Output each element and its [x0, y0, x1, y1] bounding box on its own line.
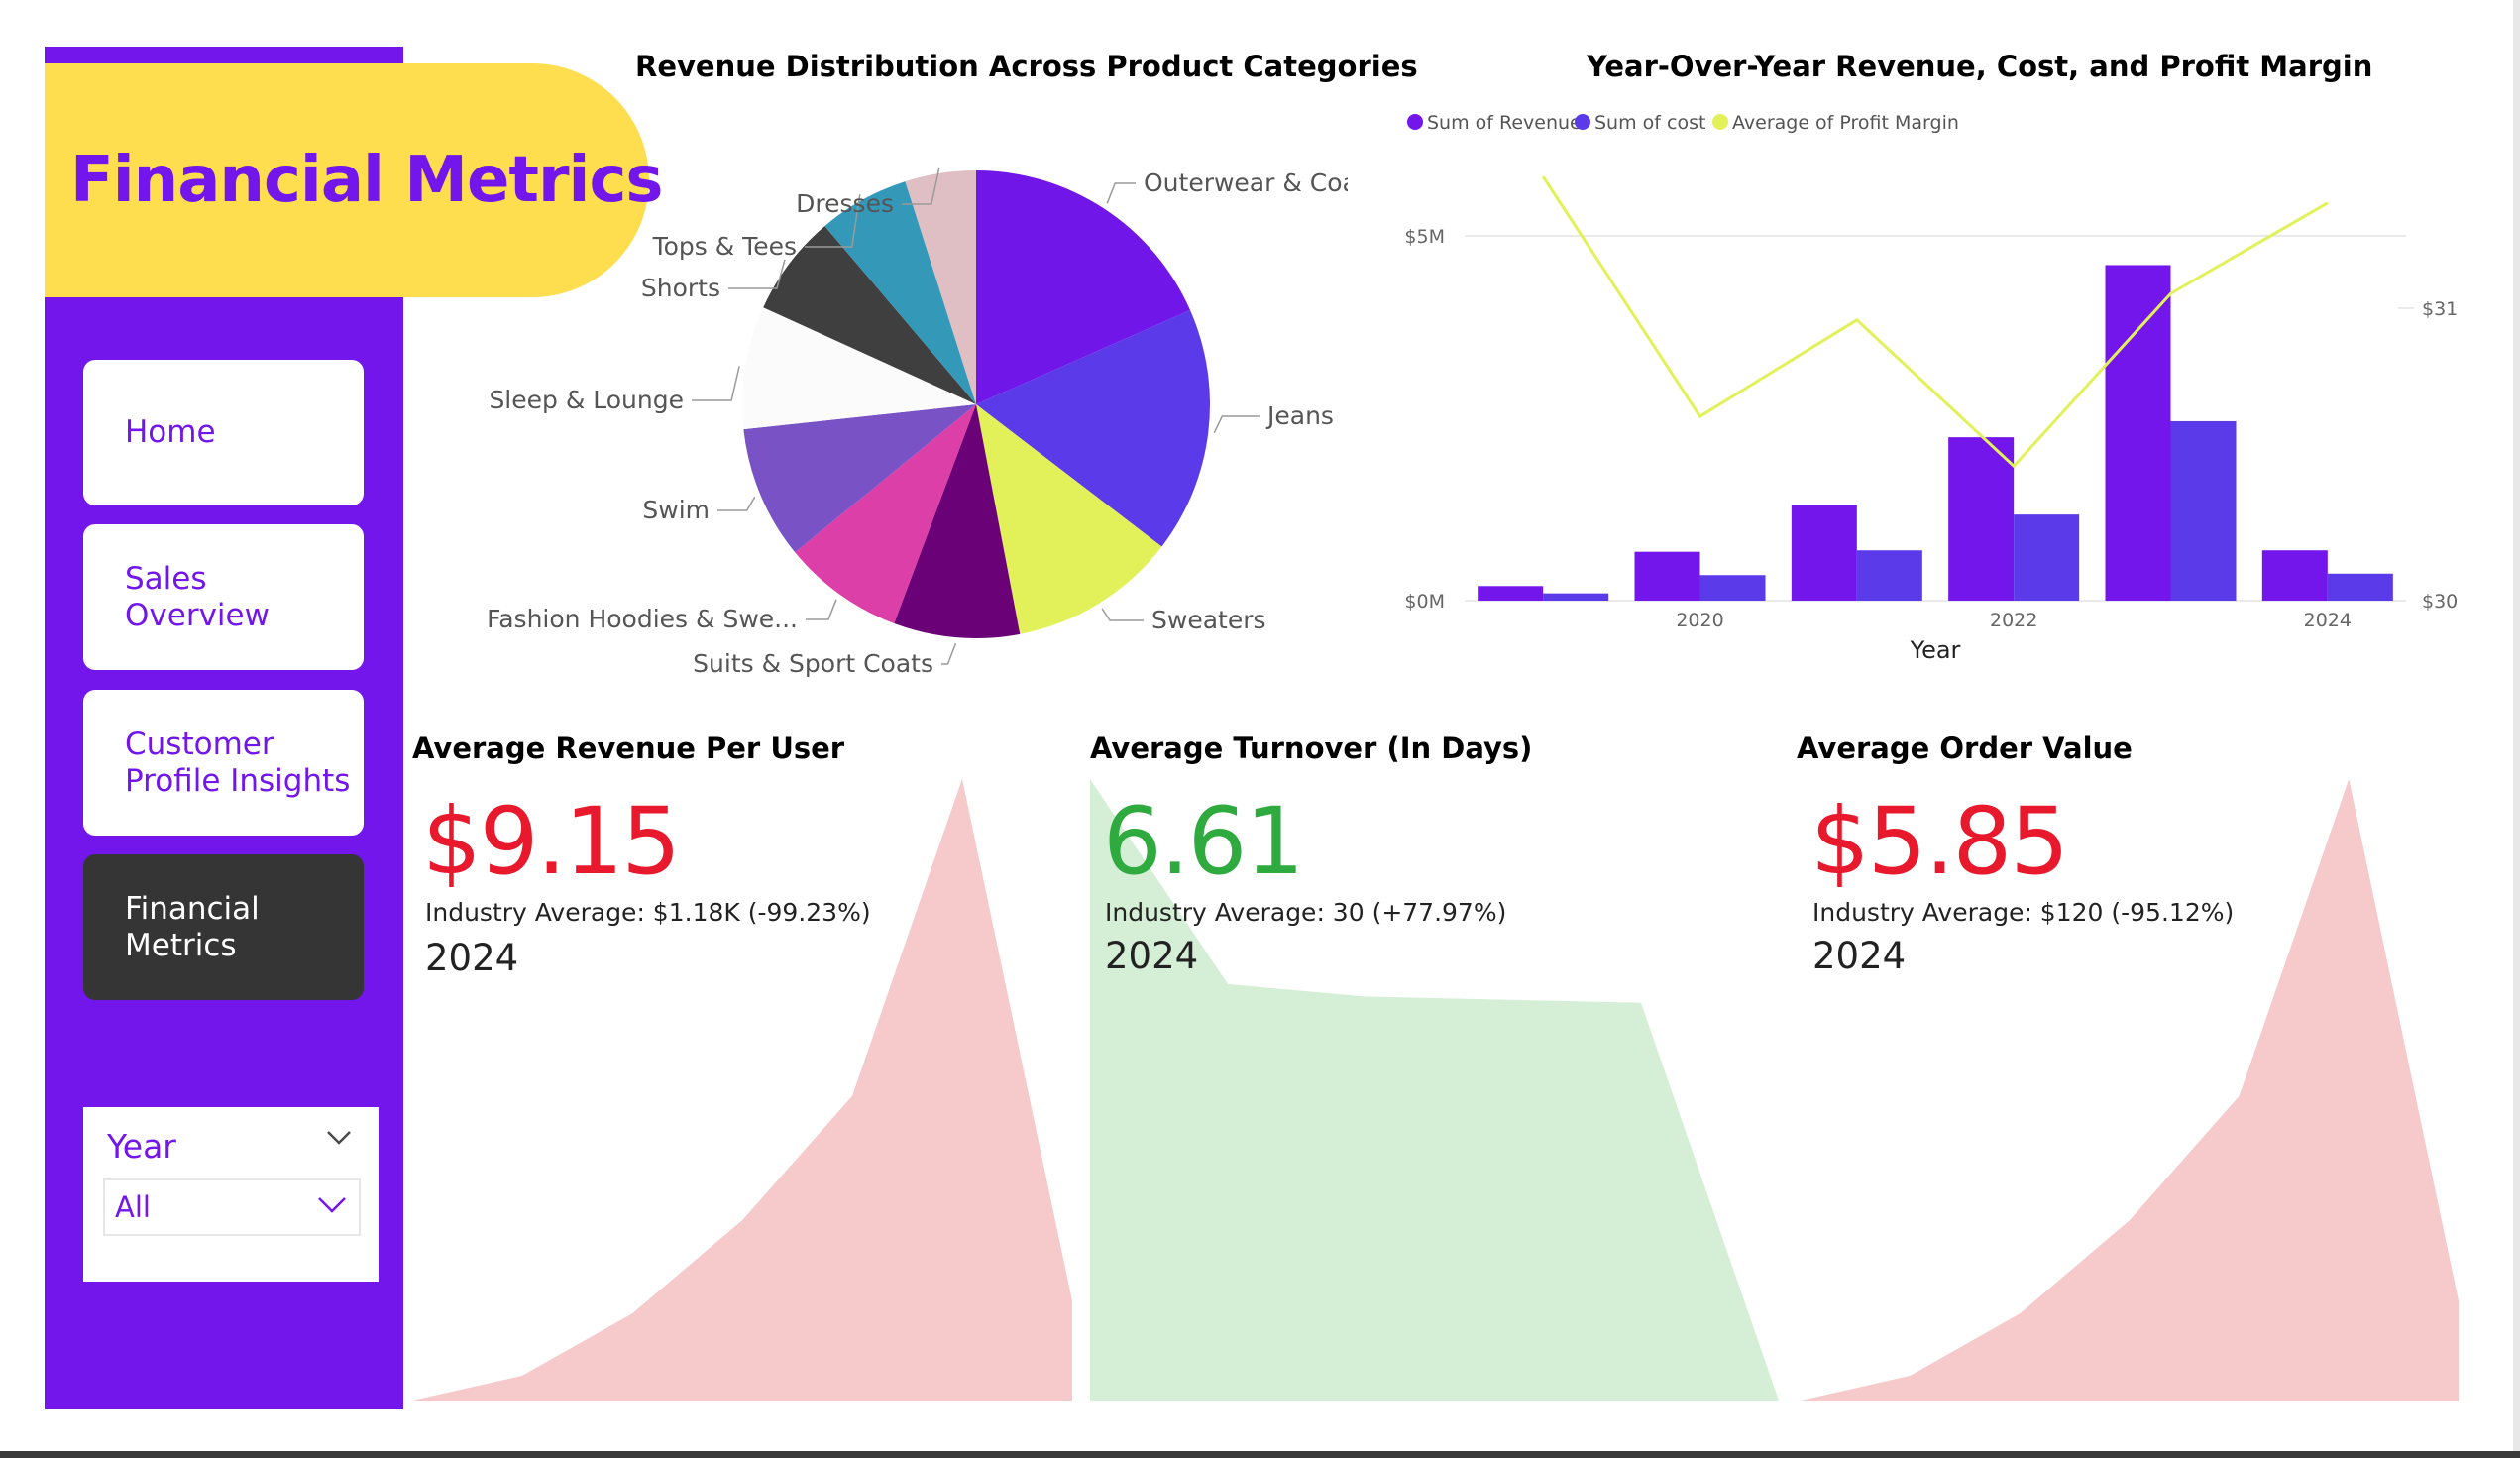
kpi-subtitle: Industry Average: $1.18K (-99.23%): [425, 898, 871, 927]
pie-slice-label: Sleep & Lounge: [489, 386, 684, 414]
revenue-bar[interactable]: [2105, 265, 2171, 601]
window-edge: [2513, 0, 2520, 1458]
kpi-year: 2024: [425, 937, 519, 979]
y2-tick-label: $30: [2422, 591, 2458, 613]
pie-slice-label: Jeans: [1265, 401, 1334, 430]
nav-financial-metrics-label: Financial Metrics: [125, 890, 260, 963]
kpi-year: 2024: [1812, 935, 1907, 977]
pie-leader-line: [692, 366, 740, 401]
nav-financial-metrics-button[interactable]: Financial Metrics: [83, 854, 364, 1000]
revenue-bar[interactable]: [1478, 586, 1544, 601]
y-tick-label: $0M: [1404, 591, 1445, 613]
kpi-subtitle: Industry Average: $120 (-95.12%): [1812, 898, 2235, 927]
pie-leader-line: [1213, 415, 1260, 434]
revenue-bar[interactable]: [1634, 551, 1700, 601]
year-slicer-title: Year: [107, 1127, 176, 1166]
x-tick-label: 2024: [2304, 610, 2352, 631]
pie-leader-line: [941, 642, 957, 665]
cost-bar[interactable]: [2327, 573, 2393, 601]
x-tick-label: 2020: [1676, 610, 1723, 631]
cost-bar[interactable]: [1856, 550, 1922, 601]
dashboard-canvas: Financial Metrics Home Sales Overview Cu…: [0, 0, 2520, 1458]
pie-slice-label: Shorts: [641, 274, 720, 302]
pie-slice-label: Fashion Hoodies & Swe...: [487, 605, 798, 633]
chevron-down-icon[interactable]: [315, 1190, 349, 1218]
year-slicer: Year All: [83, 1107, 379, 1282]
kpi-title: Average Order Value: [1797, 731, 2133, 765]
year-dropdown[interactable]: All: [103, 1178, 361, 1236]
cost-bar[interactable]: [2170, 420, 2237, 601]
kpi-title: Average Turnover (In Days): [1090, 731, 1533, 765]
legend-label: Sum of Revenue: [1427, 112, 1582, 134]
pie-slice-label: Tops & Tees: [652, 232, 797, 261]
legend-marker: [1712, 114, 1728, 130]
revenue-cost-margin-chart: Sum of Revenue Sum of cost Average of Prof…: [1404, 112, 2458, 664]
legend-label: Average of Profit Margin: [1732, 112, 1959, 134]
year-dropdown-value: All: [115, 1190, 151, 1224]
revenue-bar[interactable]: [1948, 437, 2015, 601]
kpi-subtitle: Industry Average: 30 (+77.97%): [1105, 898, 1507, 927]
pie-chart-title: Revenue Distribution Across Product Cate…: [635, 50, 1418, 83]
legend-marker: [1575, 114, 1590, 130]
cost-bar[interactable]: [1699, 575, 1766, 601]
y-tick-label: $5M: [1404, 226, 1445, 248]
kpi-value: $5.85: [1810, 788, 2069, 896]
cost-bar[interactable]: [2014, 514, 2080, 601]
pie-slice-label: Swim: [642, 496, 710, 524]
kpi-year: 2024: [1105, 935, 1199, 977]
revenue-pie-chart: Outerwear & Coats Jeans Sweaters Suits & Sp…: [487, 167, 1348, 678]
pie-leader-line: [806, 599, 837, 620]
nav-customer-profile-insights-button[interactable]: Customer Profile Insights: [83, 690, 364, 836]
combo-chart-title: Year-Over-Year Revenue, Cost, and Profit…: [1587, 50, 2373, 83]
pie-slice-label: Dresses: [796, 189, 894, 218]
pie-leader-line: [717, 496, 756, 511]
kpi-value: 6.61: [1103, 788, 1304, 896]
pie-slice-label: Outerwear & Coats: [1144, 168, 1348, 197]
window-edge: [0, 1451, 2520, 1458]
pie-leader-line: [1101, 608, 1144, 621]
kpi-title: Average Revenue Per User: [412, 731, 845, 765]
nav-home-label: Home: [125, 414, 216, 450]
pie-slice-label: Sweaters: [1151, 606, 1266, 634]
nav-sales-overview-button[interactable]: Sales Overview: [83, 524, 364, 670]
revenue-bar[interactable]: [1791, 505, 1857, 601]
revenue-bar[interactable]: [2261, 550, 2328, 601]
pie-leader-line: [1106, 182, 1136, 204]
pie-slice-label: Suits & Sport Coats: [693, 649, 933, 678]
nav-home-button[interactable]: Home: [83, 360, 364, 505]
legend-label: Sum of cost: [1594, 112, 1705, 134]
y2-tick-label: $31: [2422, 298, 2458, 320]
nav-customer-profile-insights-label: Customer Profile Insights: [125, 726, 351, 799]
legend-marker: [1407, 114, 1423, 130]
chevron-down-icon[interactable]: [324, 1125, 354, 1149]
kpi-value: $9.15: [422, 788, 681, 896]
x-tick-label: 2022: [1990, 610, 2037, 631]
nav-sales-overview-label: Sales Overview: [125, 560, 270, 633]
cost-bar[interactable]: [1543, 593, 1609, 601]
x-axis-title: Year: [1910, 636, 1961, 664]
